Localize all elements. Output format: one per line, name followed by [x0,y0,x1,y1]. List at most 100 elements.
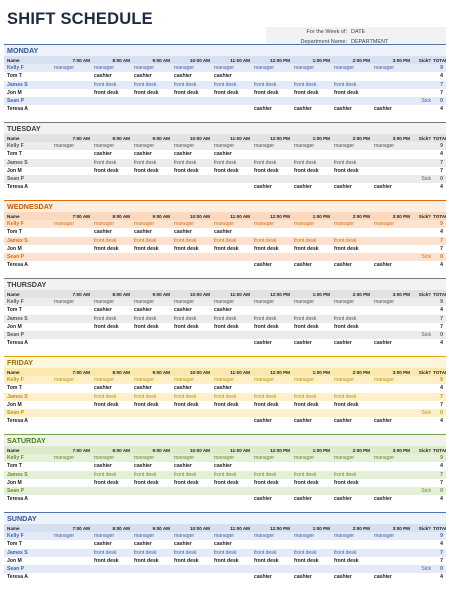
shift-cell[interactable] [372,393,412,401]
shift-cell[interactable] [292,150,332,158]
shift-cell[interactable]: cashier [252,417,292,425]
shift-cell[interactable] [292,306,332,314]
shift-cell[interactable]: manager [132,298,172,306]
shift-cell[interactable] [172,573,212,581]
shift-cell[interactable] [212,183,252,191]
shift-cell[interactable]: cashier [292,495,332,503]
shift-cell[interactable]: manager [252,532,292,540]
shift-cell[interactable]: cashier [372,105,412,113]
shift-cell[interactable] [292,331,332,339]
shift-cell[interactable] [332,487,372,495]
shift-cell[interactable]: manager [212,64,252,72]
shift-cell[interactable]: cashier [332,573,372,581]
shift-cell[interactable]: cashier [132,540,172,548]
sick-cell[interactable] [412,183,432,191]
shift-cell[interactable]: front desk [212,557,252,565]
shift-cell[interactable]: manager [292,532,332,540]
shift-cell[interactable] [52,245,92,253]
shift-cell[interactable] [332,175,372,183]
shift-cell[interactable]: front desk [132,81,172,89]
shift-cell[interactable]: front desk [292,549,332,557]
sick-cell[interactable] [412,323,432,331]
sick-cell[interactable] [412,220,432,228]
shift-cell[interactable]: cashier [292,339,332,347]
shift-cell[interactable] [132,175,172,183]
sick-cell[interactable]: Sick [412,331,432,339]
shift-cell[interactable]: front desk [212,81,252,89]
shift-cell[interactable] [212,573,252,581]
shift-cell[interactable]: front desk [332,479,372,487]
sick-cell[interactable]: Sick [412,409,432,417]
shift-cell[interactable]: front desk [92,401,132,409]
shift-cell[interactable] [52,97,92,105]
shift-cell[interactable]: front desk [252,471,292,479]
employee-name-cell[interactable]: Kelly F [4,376,52,384]
shift-cell[interactable] [252,97,292,105]
shift-cell[interactable]: manager [212,454,252,462]
employee-name-cell[interactable]: Kelly F [4,142,52,150]
shift-cell[interactable]: manager [252,142,292,150]
shift-cell[interactable] [212,97,252,105]
shift-cell[interactable]: front desk [332,89,372,97]
shift-cell[interactable] [52,549,92,557]
shift-cell[interactable] [332,306,372,314]
shift-cell[interactable]: manager [372,532,412,540]
sick-cell[interactable] [412,150,432,158]
shift-cell[interactable] [172,565,212,573]
employee-name-cell[interactable]: Teresa A [4,105,52,113]
shift-cell[interactable]: manager [52,298,92,306]
shift-cell[interactable]: front desk [292,479,332,487]
shift-cell[interactable]: front desk [132,89,172,97]
shift-cell[interactable] [52,462,92,470]
shift-cell[interactable]: front desk [132,393,172,401]
shift-cell[interactable]: front desk [252,237,292,245]
shift-cell[interactable]: manager [92,220,132,228]
shift-cell[interactable]: cashier [172,384,212,392]
shift-cell[interactable] [52,72,92,80]
shift-cell[interactable] [132,417,172,425]
shift-cell[interactable]: front desk [132,237,172,245]
shift-cell[interactable]: front desk [92,479,132,487]
shift-cell[interactable] [372,72,412,80]
shift-cell[interactable]: manager [52,376,92,384]
shift-cell[interactable]: cashier [132,384,172,392]
shift-cell[interactable]: front desk [132,315,172,323]
employee-name-cell[interactable]: Kelly F [4,532,52,540]
shift-cell[interactable] [372,167,412,175]
shift-cell[interactable]: cashier [172,150,212,158]
sick-cell[interactable]: Sick [412,97,432,105]
shift-cell[interactable] [372,159,412,167]
employee-name-cell[interactable]: Tom T [4,150,52,158]
shift-cell[interactable]: manager [212,298,252,306]
employee-name-cell[interactable]: Tom T [4,228,52,236]
shift-cell[interactable]: cashier [132,150,172,158]
sick-cell[interactable] [412,454,432,462]
shift-cell[interactable] [52,253,92,261]
shift-cell[interactable] [332,540,372,548]
shift-cell[interactable]: manager [172,532,212,540]
shift-cell[interactable] [292,565,332,573]
sick-cell[interactable] [412,89,432,97]
shift-cell[interactable]: cashier [172,228,212,236]
shift-cell[interactable]: front desk [92,471,132,479]
shift-cell[interactable] [52,306,92,314]
shift-cell[interactable] [92,97,132,105]
shift-cell[interactable]: manager [52,64,92,72]
shift-cell[interactable]: front desk [292,393,332,401]
shift-cell[interactable]: front desk [172,245,212,253]
shift-cell[interactable]: front desk [212,245,252,253]
shift-cell[interactable]: manager [292,142,332,150]
shift-cell[interactable] [92,183,132,191]
sick-cell[interactable] [412,532,432,540]
sick-cell[interactable] [412,237,432,245]
shift-cell[interactable] [212,261,252,269]
shift-cell[interactable] [172,105,212,113]
shift-cell[interactable] [292,72,332,80]
shift-cell[interactable]: front desk [252,323,292,331]
shift-cell[interactable]: manager [372,64,412,72]
shift-cell[interactable] [332,409,372,417]
shift-cell[interactable] [372,315,412,323]
shift-cell[interactable] [252,462,292,470]
shift-cell[interactable]: front desk [212,323,252,331]
shift-cell[interactable]: cashier [332,183,372,191]
